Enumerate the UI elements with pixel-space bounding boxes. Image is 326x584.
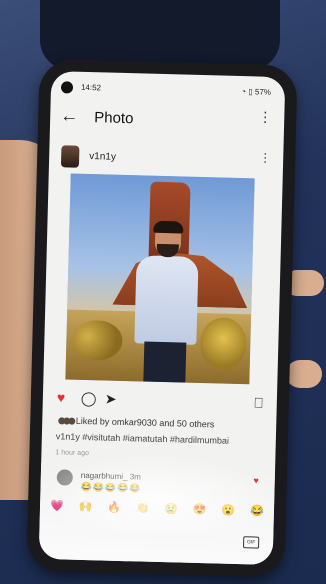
front-camera [60, 81, 74, 94]
bookmark-icon[interactable]: ⎕ [254, 394, 263, 411]
reaction-emoji[interactable]: 😍 [193, 503, 207, 517]
person-hair [153, 220, 184, 234]
status-icons: ◔ ▯ 57% [241, 87, 271, 97]
phone-body: 14:52 ◔ ▯ 57% ← Photo ⋮ v1n1y ⋮ ♥ ◯ ➤ ⎕ … [26, 58, 298, 578]
comment-section: nagarbhumi_ 3m 😂😂😂😂😂 ♥ 💗 🙌 🔥 👏 😢 😍 😮 😂 G… [38, 462, 276, 565]
gif-button[interactable]: GIF [243, 536, 260, 549]
photo-background: 14:52 ◔ ▯ 57% ← Photo ⋮ v1n1y ⋮ ♥ ◯ ➤ ⎕ … [0, 0, 326, 584]
photo-person [129, 220, 203, 383]
more-vertical-icon[interactable]: ⋮ [258, 108, 272, 125]
comment-text: 😂😂😂😂😂 [80, 481, 142, 494]
person-torso [134, 255, 199, 345]
page-title: Photo [93, 109, 134, 128]
comment-icon[interactable]: ◯ [81, 390, 97, 407]
comment-heart-icon[interactable]: ♥ [253, 475, 259, 485]
status-bar: 14:52 ◔ ▯ 57% [51, 79, 285, 101]
app-bar: ← Photo ⋮ [50, 103, 285, 139]
post-actions: ♥ ◯ ➤ ⎕ [43, 387, 277, 415]
avatar[interactable] [56, 469, 73, 486]
status-time: 14:52 [80, 82, 102, 93]
post-caption: v1n1y #visitutah #iamatutah #hardilmumba… [55, 431, 230, 446]
reaction-bar: 💗 🙌 🔥 👏 😢 😍 😮 😂 [50, 499, 264, 525]
battery-level: 57% [254, 87, 272, 97]
phone-screen: 14:52 ◔ ▯ 57% ← Photo ⋮ v1n1y ⋮ ♥ ◯ ➤ ⎕ … [38, 71, 286, 565]
liked-by-user[interactable]: omkar9030 [112, 417, 157, 428]
avatar[interactable] [60, 145, 80, 168]
arrow-left-icon[interactable]: ← [60, 105, 79, 126]
post-header: v1n1y ⋮ [49, 145, 284, 177]
reaction-emoji[interactable]: 😢 [164, 502, 178, 516]
share-icon[interactable]: ➤ [105, 391, 117, 408]
likes-line[interactable]: Liked by omkar9030 and 50 others [58, 415, 215, 430]
reaction-emoji[interactable]: 💗 [50, 499, 64, 513]
person-pants [143, 341, 187, 383]
finger [286, 360, 322, 388]
reaction-emoji[interactable]: 😮 [221, 504, 235, 518]
reaction-emoji[interactable]: 🔥 [107, 501, 121, 515]
post-time: 1 hour ago [55, 449, 90, 458]
avatar [68, 417, 76, 425]
wifi-icon: ◔ [241, 86, 247, 97]
likes-prefix: Liked by [75, 415, 110, 427]
reaction-emoji[interactable]: 🙌 [78, 500, 93, 514]
heart-icon[interactable]: ♥ [57, 389, 66, 405]
likes-suffix: and 50 others [159, 417, 215, 430]
comment-user[interactable]: nagarbhumi_ 3m [81, 471, 141, 482]
battery-icon: ▯ [248, 87, 253, 97]
reaction-emoji[interactable]: 👏 [136, 501, 150, 515]
reaction-emoji[interactable]: 😂 [250, 504, 264, 518]
post-options-icon[interactable]: ⋮ [259, 150, 271, 164]
post-username[interactable]: v1n1y [89, 151, 116, 163]
post-photo[interactable] [65, 173, 255, 385]
